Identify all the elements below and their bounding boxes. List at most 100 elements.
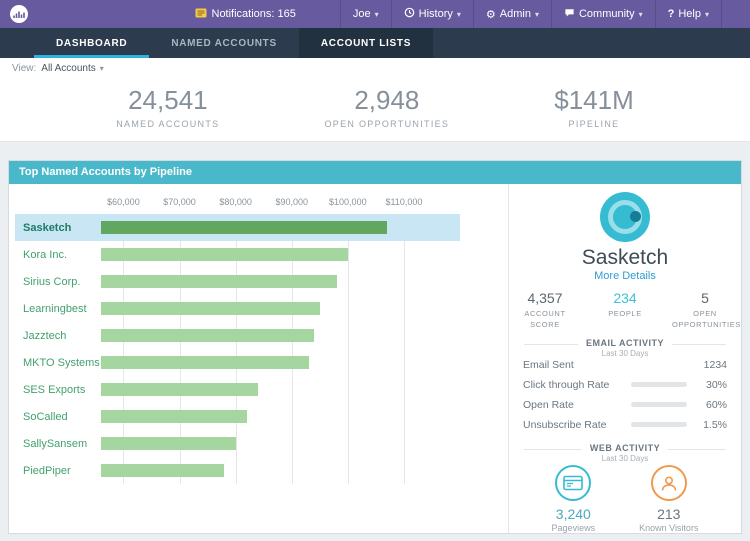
kpi-label: PEOPLE: [592, 309, 658, 320]
stat-open-opportunities: 2,948 OPEN OPPORTUNITIES: [324, 85, 449, 141]
chart-row[interactable]: Sasketch: [15, 214, 460, 241]
chart-row-label[interactable]: MKTO Systems: [15, 357, 101, 369]
chart-row[interactable]: Sirius Corp.: [15, 268, 460, 295]
chart-row-label[interactable]: Kora Inc.: [15, 249, 101, 261]
kpi-label: OPEN OPPORTUNITIES: [672, 309, 738, 330]
chart-bar[interactable]: [101, 464, 224, 477]
axis-tick-label: $90,000: [275, 197, 308, 207]
email-row-value: 30%: [695, 379, 727, 391]
chart-row[interactable]: Jazztech: [15, 322, 460, 349]
view-bar: View: All Accounts ▾: [0, 58, 750, 78]
chart-bar[interactable]: [101, 302, 320, 315]
chart-row[interactable]: SES Exports: [15, 376, 460, 403]
chart-bar[interactable]: [101, 248, 348, 261]
summary-stats: 24,541 NAMED ACCOUNTS 2,948 OPEN OPPORTU…: [0, 78, 750, 142]
help-menu[interactable]: ? Help ▾: [655, 0, 722, 28]
chevron-down-icon: ▾: [375, 10, 379, 19]
user-menu[interactable]: Joe ▾: [340, 0, 391, 28]
help-icon: ?: [668, 8, 675, 20]
email-row-value: 1234: [695, 359, 727, 371]
account-name: Sasketch: [582, 246, 668, 269]
view-label: View:: [12, 63, 36, 74]
axis-tick-label: $110,000: [385, 197, 422, 207]
history-menu-label: History: [419, 8, 453, 20]
email-activity-subtitle: Last 30 Days: [586, 349, 664, 358]
chart-row[interactable]: MKTO Systems: [15, 349, 460, 376]
chart-row-label[interactable]: Jazztech: [15, 330, 101, 342]
chevron-down-icon: ▾: [639, 10, 643, 19]
web-activity-stats: 3,240 Pageviews 213 Known Visitors: [552, 465, 699, 533]
chart-row-label[interactable]: PiedPiper: [15, 465, 101, 477]
chart-rows: Sasketch Kora Inc. Sirius Corp. Learningbes…: [15, 214, 460, 484]
web-activity-title: WEB ACTIVITY: [590, 443, 660, 453]
chart-bar-area: [101, 221, 460, 234]
stat-value: 2,948: [324, 85, 449, 116]
chart-bar[interactable]: [101, 329, 314, 342]
admin-menu[interactable]: ⚙ Admin ▾: [473, 0, 551, 28]
web-activity-subtitle: Last 30 Days: [590, 454, 660, 463]
chart-row-label[interactable]: SES Exports: [15, 384, 101, 396]
progress-bar: [631, 382, 687, 387]
email-activity-title: EMAIL ACTIVITY: [586, 338, 664, 348]
visitors-icon: [651, 465, 687, 501]
email-activity-row: Click through Rate 30%: [523, 375, 727, 395]
chevron-down-icon: ▾: [100, 64, 104, 73]
notification-icon: [195, 8, 207, 21]
tab-named-accounts[interactable]: NAMED ACCOUNTS: [149, 28, 299, 58]
history-menu[interactable]: History ▾: [391, 0, 473, 28]
email-activity-rows: Email Sent 1234 Click through Rate 30% O…: [523, 355, 727, 435]
chart-bar-area: [101, 275, 460, 288]
chevron-down-icon: ▾: [457, 10, 461, 19]
email-activity-row: Open Rate 60%: [523, 395, 727, 415]
email-row-label: Click through Rate: [523, 379, 631, 391]
chart-bar[interactable]: [101, 410, 247, 423]
chart-bar[interactable]: [101, 437, 236, 450]
view-select-value: All Accounts: [41, 63, 95, 74]
history-icon: [404, 7, 415, 21]
community-menu[interactable]: Community ▾: [551, 0, 655, 28]
chart-row[interactable]: Kora Inc.: [15, 241, 460, 268]
chart-row-label[interactable]: SoCalled: [15, 411, 101, 423]
email-row-value: 1.5%: [695, 419, 727, 431]
chart-bar-area: [101, 302, 460, 315]
chevron-down-icon: ▾: [535, 10, 539, 19]
notifications-menu[interactable]: Notifications: 165: [195, 8, 296, 21]
chart-row-label[interactable]: Sasketch: [15, 222, 101, 234]
chart-bar[interactable]: [101, 275, 337, 288]
kpi-account-score: 4,357 ACCOUNT SCORE: [512, 290, 578, 330]
chart-bar-area: [101, 329, 460, 342]
community-menu-label: Community: [579, 8, 635, 20]
top-bar: Notifications: 165 Joe ▾ History ▾ ⚙ Adm…: [0, 0, 750, 28]
axis-tick-label: $60,000: [107, 197, 140, 207]
visitors-value: 213: [639, 506, 698, 522]
chart-bar[interactable]: [101, 221, 387, 234]
progress-bar: [631, 402, 687, 407]
tab-account-lists[interactable]: ACCOUNT LISTS: [299, 28, 433, 58]
stat-label: NAMED ACCOUNTS: [116, 119, 219, 129]
chart-bar[interactable]: [101, 356, 309, 369]
chart-row[interactable]: Learningbest: [15, 295, 460, 322]
chart-bar[interactable]: [101, 383, 258, 396]
email-row-value: 60%: [695, 399, 727, 411]
chart-row-label[interactable]: SallySansem: [15, 438, 101, 450]
app-logo-icon[interactable]: [10, 5, 28, 23]
more-details-link[interactable]: More Details: [594, 270, 656, 282]
main-nav-tabs: DASHBOARD NAMED ACCOUNTS ACCOUNT LISTS: [0, 28, 750, 58]
admin-menu-label: Admin: [500, 8, 531, 20]
kpi-open-opportunities: 5 OPEN OPPORTUNITIES: [672, 290, 738, 330]
email-row-label: Open Rate: [523, 399, 631, 411]
stat-value: 24,541: [116, 85, 219, 116]
kpi-value: 4,357: [512, 290, 578, 306]
chart-row-label[interactable]: Sirius Corp.: [15, 276, 101, 288]
view-select[interactable]: All Accounts ▾: [41, 63, 104, 74]
axis-tick-label: $80,000: [219, 197, 252, 207]
chart-row[interactable]: SoCalled: [15, 403, 460, 430]
chart-row-label[interactable]: Learningbest: [15, 303, 101, 315]
notifications-label: Notifications: 165: [212, 8, 296, 20]
chart-bar-area: [101, 464, 460, 477]
chart-bar-area: [101, 356, 460, 369]
tab-dashboard[interactable]: DASHBOARD: [34, 28, 149, 58]
chart-row[interactable]: SallySansem: [15, 430, 460, 457]
chart-row[interactable]: PiedPiper: [15, 457, 460, 484]
account-kpis: 4,357 ACCOUNT SCORE 234 PEOPLE 5 OPEN OP…: [512, 290, 738, 330]
